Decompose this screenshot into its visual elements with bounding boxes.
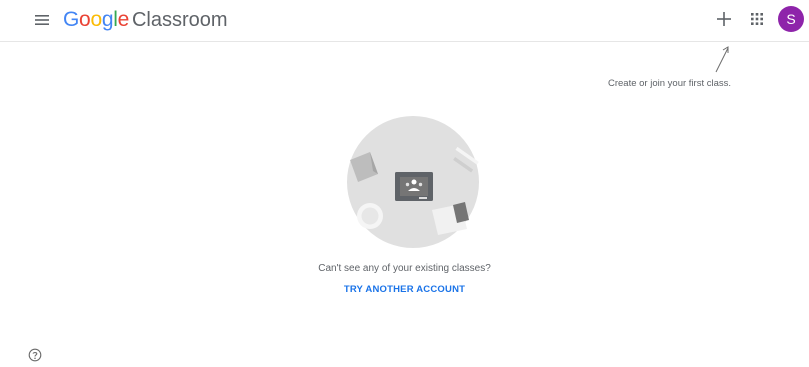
- mug-icon: [357, 203, 383, 229]
- google-classroom-logo[interactable]: Google Classroom: [63, 8, 228, 32]
- logo-letter: g: [101, 8, 114, 31]
- try-another-account-button[interactable]: TRY ANOTHER ACCOUNT: [344, 284, 465, 295]
- first-class-hint: Create or join your first class.: [608, 78, 732, 89]
- classroom-board-icon: [395, 172, 433, 201]
- help-circle-icon[interactable]: [28, 348, 42, 362]
- classroom-home: Google Classroom S Create or join your f…: [0, 0, 809, 367]
- logo-letter: G: [63, 8, 80, 31]
- try-another-account-link: TRY ANOTHER ACCOUNT: [0, 284, 809, 295]
- empty-classes-illustration: [347, 116, 479, 248]
- apps-grid-icon[interactable]: [749, 11, 765, 27]
- account-avatar[interactable]: S: [778, 6, 804, 32]
- empty-state-message: Can't see any of your existing classes?: [318, 263, 491, 274]
- plus-icon[interactable]: [713, 8, 735, 30]
- logo-letter: o: [90, 8, 102, 31]
- logo-letter: o: [79, 8, 91, 31]
- app-header: Google Classroom S: [0, 0, 809, 42]
- google-wordmark: Google: [63, 8, 129, 32]
- hamburger-menu-icon[interactable]: [34, 13, 50, 27]
- product-name: Classroom: [131, 8, 228, 31]
- logo-letter: e: [117, 8, 130, 31]
- hint-arrow-icon: [715, 46, 729, 73]
